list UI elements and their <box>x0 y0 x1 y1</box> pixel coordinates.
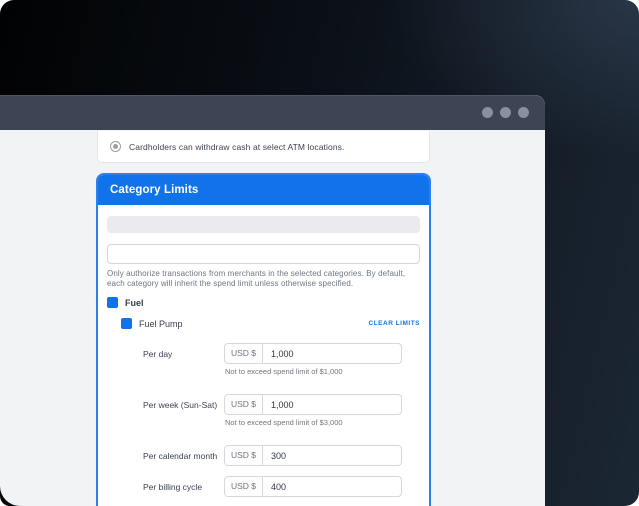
amount-input[interactable] <box>263 344 401 363</box>
limit-row-label: Per week (Sun-Sat) <box>143 399 218 410</box>
subcategory-row-fuel-pump: Fuel Pump CLEAR LIMITS <box>121 318 420 329</box>
currency-prefix: USD $ <box>225 477 263 496</box>
category-limits-header: Category Limits <box>98 175 429 205</box>
category-help-text: Only authorize transactions from merchan… <box>107 269 406 288</box>
amount-input-group: USD $ <box>224 343 402 364</box>
panel-title: Category Limits <box>110 184 199 196</box>
window-control-dot[interactable] <box>482 107 493 118</box>
currency-prefix: USD $ <box>225 446 263 465</box>
browser-titlebar <box>0 95 545 130</box>
limit-rows: Per day USD $ Not to exceed spend limit of… <box>143 343 420 506</box>
amount-input-group: USD $ <box>224 445 402 466</box>
browser-window: Cardholders can withdraw cash at select … <box>0 95 545 506</box>
amount-input[interactable] <box>263 477 401 496</box>
clear-limits-link[interactable]: CLEAR LIMITS <box>369 320 421 327</box>
window-control-dot[interactable] <box>500 107 511 118</box>
limit-row: Per billing cycle USD $ <box>143 476 420 497</box>
currency-prefix: USD $ <box>225 344 263 363</box>
window-controls <box>482 107 529 118</box>
fuel-pump-checkbox[interactable] <box>121 318 132 329</box>
fuel-checkbox[interactable] <box>107 297 118 308</box>
currency-prefix: USD $ <box>225 395 263 414</box>
amount-input[interactable] <box>263 446 401 465</box>
limit-note: Not to exceed spend limit of $1,000 <box>225 367 343 376</box>
amount-input-group: USD $ <box>224 394 402 415</box>
limit-row-label: Per calendar month <box>143 450 218 461</box>
radio-dot-icon <box>110 141 121 152</box>
limit-row: Per calendar month USD $ <box>143 445 420 466</box>
panel-body: Only authorize transactions from merchan… <box>98 205 429 506</box>
fuel-label: Fuel <box>125 297 144 308</box>
category-limits-panel: Category Limits Only authorize transacti… <box>96 173 431 506</box>
limit-row-label: Per billing cycle <box>143 481 203 492</box>
atm-notice-card: Cardholders can withdraw cash at select … <box>97 131 430 163</box>
marketing-card: Cardholders can withdraw cash at select … <box>0 0 639 506</box>
category-search-input[interactable] <box>107 244 420 264</box>
selected-categories-placeholder <box>107 216 420 233</box>
fuel-pump-label: Fuel Pump <box>139 318 183 329</box>
amount-input[interactable] <box>263 395 401 414</box>
limit-row: Per week (Sun-Sat) USD $ Not to exceed spe… <box>143 394 420 435</box>
limit-note: Not to exceed spend limit of $3,000 <box>225 418 343 427</box>
amount-input-group: USD $ <box>224 476 402 497</box>
window-control-dot[interactable] <box>518 107 529 118</box>
atm-notice-text: Cardholders can withdraw cash at select … <box>129 141 345 152</box>
limit-row-label: Per day <box>143 348 173 359</box>
category-row-fuel: Fuel <box>107 297 420 308</box>
limit-row: Per day USD $ Not to exceed spend limit of… <box>143 343 420 384</box>
